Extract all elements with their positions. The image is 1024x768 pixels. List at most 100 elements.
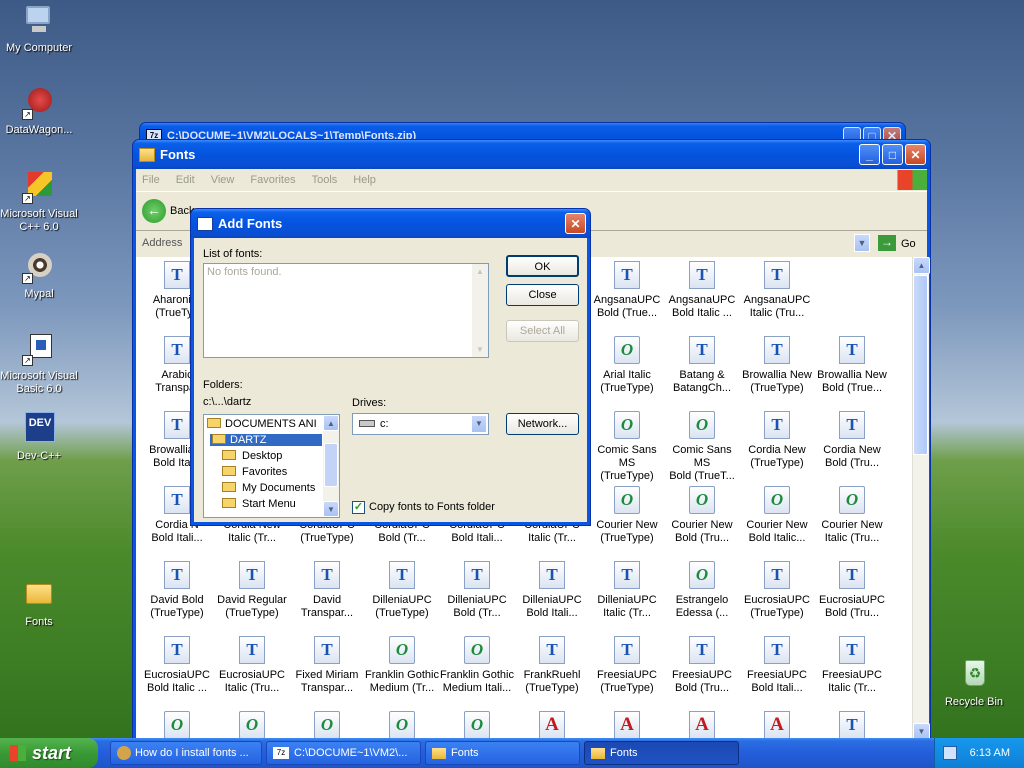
font-item[interactable]: O — [215, 711, 289, 740]
folder-item[interactable]: DOCUMENTS ANI — [207, 418, 317, 430]
font-item[interactable]: T David Transpar... — [290, 561, 364, 620]
font-item[interactable]: T AngsanaUPC Bold (True... — [590, 261, 664, 320]
font-item[interactable]: A — [665, 711, 739, 740]
folder-item-selected[interactable]: DARTZ — [210, 434, 322, 446]
desktop-icon-fonts[interactable]: Fonts — [0, 578, 78, 629]
desktop-icon-visual-cpp[interactable]: ↗ Microsoft Visual C++ 6.0 — [0, 170, 78, 234]
font-item-type: (TrueType) — [750, 382, 804, 394]
font-item[interactable]: O Courier New Italic (Tru... — [815, 486, 889, 545]
font-item[interactable]: T FreesiaUPC Bold (Tru... — [665, 636, 739, 695]
network-tray-icon[interactable] — [943, 746, 957, 760]
font-item[interactable]: A — [740, 711, 814, 740]
menu-edit[interactable]: Edit — [176, 174, 195, 186]
address-dropdown-icon[interactable]: ▼ — [854, 234, 870, 252]
task-browser[interactable]: How do I install fonts ... — [110, 741, 262, 765]
font-item[interactable]: O Arial Italic (TrueType) — [590, 336, 664, 395]
font-item[interactable]: A — [515, 711, 589, 740]
vertical-scrollbar[interactable]: ▲ ▼ — [912, 257, 930, 740]
menu-favorites[interactable]: Favorites — [250, 174, 295, 186]
folder-item[interactable]: Favorites — [222, 466, 287, 478]
font-item[interactable]: O Estrangelo Edessa (... — [665, 561, 739, 620]
start-button[interactable]: start — [0, 738, 98, 768]
network-button[interactable]: Network... — [506, 413, 579, 435]
font-item[interactable]: T Cordia New (TrueType) — [740, 411, 814, 470]
font-item[interactable]: T AngsanaUPC Bold Italic ... — [665, 261, 739, 320]
font-item[interactable]: O Comic Sans MS (TrueType) — [590, 411, 664, 483]
font-item[interactable]: T Batang & BatangCh... — [665, 336, 739, 395]
font-item[interactable]: T DilleniaUPC Bold Itali... — [515, 561, 589, 620]
task-zip[interactable]: 7z C:\DOCUME~1\VM2\... — [266, 741, 421, 765]
scroll-thumb[interactable] — [913, 275, 928, 455]
back-arrow-icon[interactable]: ← — [142, 199, 166, 223]
folder-item[interactable]: Start Menu — [222, 498, 296, 510]
copy-fonts-label[interactable]: Copy fonts to Fonts folder — [369, 501, 495, 513]
font-item[interactable]: O Courier New Bold (Tru... — [665, 486, 739, 545]
ok-button[interactable]: OK — [506, 255, 579, 277]
font-item[interactable]: T FreesiaUPC Bold Itali... — [740, 636, 814, 695]
task-fonts-1[interactable]: Fonts — [425, 741, 580, 765]
font-item[interactable]: O Comic Sans MS Bold (TrueT... — [665, 411, 739, 483]
font-item[interactable]: T Browallia New Bold (True... — [815, 336, 889, 395]
font-item[interactable]: O — [365, 711, 439, 740]
copy-fonts-checkbox[interactable]: ✓ — [352, 501, 365, 514]
font-item[interactable]: A — [590, 711, 664, 740]
chevron-down-icon[interactable]: ▼ — [471, 415, 487, 433]
font-item[interactable]: T Fixed Miriam Transpar... — [290, 636, 364, 695]
font-item[interactable]: T EucrosiaUPC Italic (Tru... — [215, 636, 289, 695]
scroll-down-icon[interactable]: ▼ — [323, 501, 339, 517]
font-item[interactable]: T David Bold (TrueType) — [140, 561, 214, 620]
font-item[interactable]: T Cordia New Bold (Tru... — [815, 411, 889, 470]
fonts-listbox[interactable]: No fonts found. ▲ ▼ — [203, 263, 489, 358]
font-item[interactable]: O Courier New (TrueType) — [590, 486, 664, 545]
scroll-up-icon[interactable]: ▲ — [323, 415, 339, 431]
menu-tools[interactable]: Tools — [312, 174, 338, 186]
font-item[interactable]: T — [815, 711, 889, 740]
menu-help[interactable]: Help — [353, 174, 376, 186]
font-item[interactable]: T AngsanaUPC Italic (Tru... — [740, 261, 814, 320]
maximize-button[interactable]: □ — [882, 144, 903, 165]
font-item[interactable]: O — [440, 711, 514, 740]
folder-item[interactable]: My Documents — [222, 482, 315, 494]
font-item[interactable]: T EucrosiaUPC Bold (Tru... — [815, 561, 889, 620]
desktop-icon-visual-basic[interactable]: ↗ Microsoft Visual Basic 6.0 — [0, 332, 78, 396]
my-computer-icon — [22, 4, 56, 38]
desktop-icon-my-computer[interactable]: My Computer — [0, 4, 78, 55]
font-item[interactable]: T FreesiaUPC (TrueType) — [590, 636, 664, 695]
font-item[interactable]: T EucrosiaUPC Bold Italic ... — [140, 636, 214, 695]
clock[interactable]: 6:13 AM — [970, 747, 1010, 759]
font-item[interactable]: T DilleniaUPC (TrueType) — [365, 561, 439, 620]
add-fonts-dialog[interactable]: Add Fonts ✕ List of fonts: No fonts foun… — [190, 208, 591, 526]
font-item[interactable]: O Franklin Gothic Medium (Tr... — [365, 636, 439, 695]
font-item[interactable]: O — [290, 711, 364, 740]
font-item[interactable]: T EucrosiaUPC (TrueType) — [740, 561, 814, 620]
menu-file[interactable]: File — [142, 174, 160, 186]
drives-select[interactable]: c: ▼ — [352, 413, 489, 435]
minimize-button[interactable]: _ — [859, 144, 880, 165]
close-button[interactable]: ✕ — [905, 144, 926, 165]
menu-view[interactable]: View — [211, 174, 235, 186]
close-button[interactable]: Close — [506, 284, 579, 306]
desktop-icon-datawagon[interactable]: ↗ DataWagon... — [0, 86, 78, 137]
tree-scrollbar[interactable]: ▲ ▼ — [323, 415, 339, 517]
go-button[interactable]: Go — [901, 238, 916, 250]
font-item[interactable]: O Courier New Bold Italic... — [740, 486, 814, 545]
close-x-button[interactable]: ✕ — [565, 213, 586, 234]
scroll-up-icon[interactable]: ▲ — [913, 257, 930, 274]
font-item[interactable]: T FrankRuehl (TrueType) — [515, 636, 589, 695]
task-fonts-2[interactable]: Fonts — [584, 741, 739, 765]
font-item[interactable]: O — [140, 711, 214, 740]
select-all-button[interactable]: Select All — [506, 320, 579, 342]
desktop-icon-mypal[interactable]: ↗ Mypal — [0, 250, 78, 301]
font-item[interactable]: T Browallia New (TrueType) — [740, 336, 814, 395]
folders-tree[interactable]: DOCUMENTS ANI DARTZ Desktop Favorites My… — [203, 414, 340, 518]
font-item[interactable]: T DilleniaUPC Bold (Tr... — [440, 561, 514, 620]
desktop-icon-recycle-bin[interactable]: ♻ Recycle Bin — [935, 658, 1013, 709]
desktop-icon-devcpp[interactable]: DEV Dev-C++ — [0, 412, 78, 463]
folder-item[interactable]: Desktop — [222, 450, 282, 462]
go-arrow-icon[interactable]: → — [878, 235, 896, 251]
font-item[interactable]: T FreesiaUPC Italic (Tr... — [815, 636, 889, 695]
font-item[interactable]: O Franklin Gothic Medium Itali... — [440, 636, 514, 695]
font-item[interactable]: T DilleniaUPC Italic (Tr... — [590, 561, 664, 620]
scroll-thumb[interactable] — [324, 443, 338, 487]
font-item[interactable]: T David Regular (TrueType) — [215, 561, 289, 620]
